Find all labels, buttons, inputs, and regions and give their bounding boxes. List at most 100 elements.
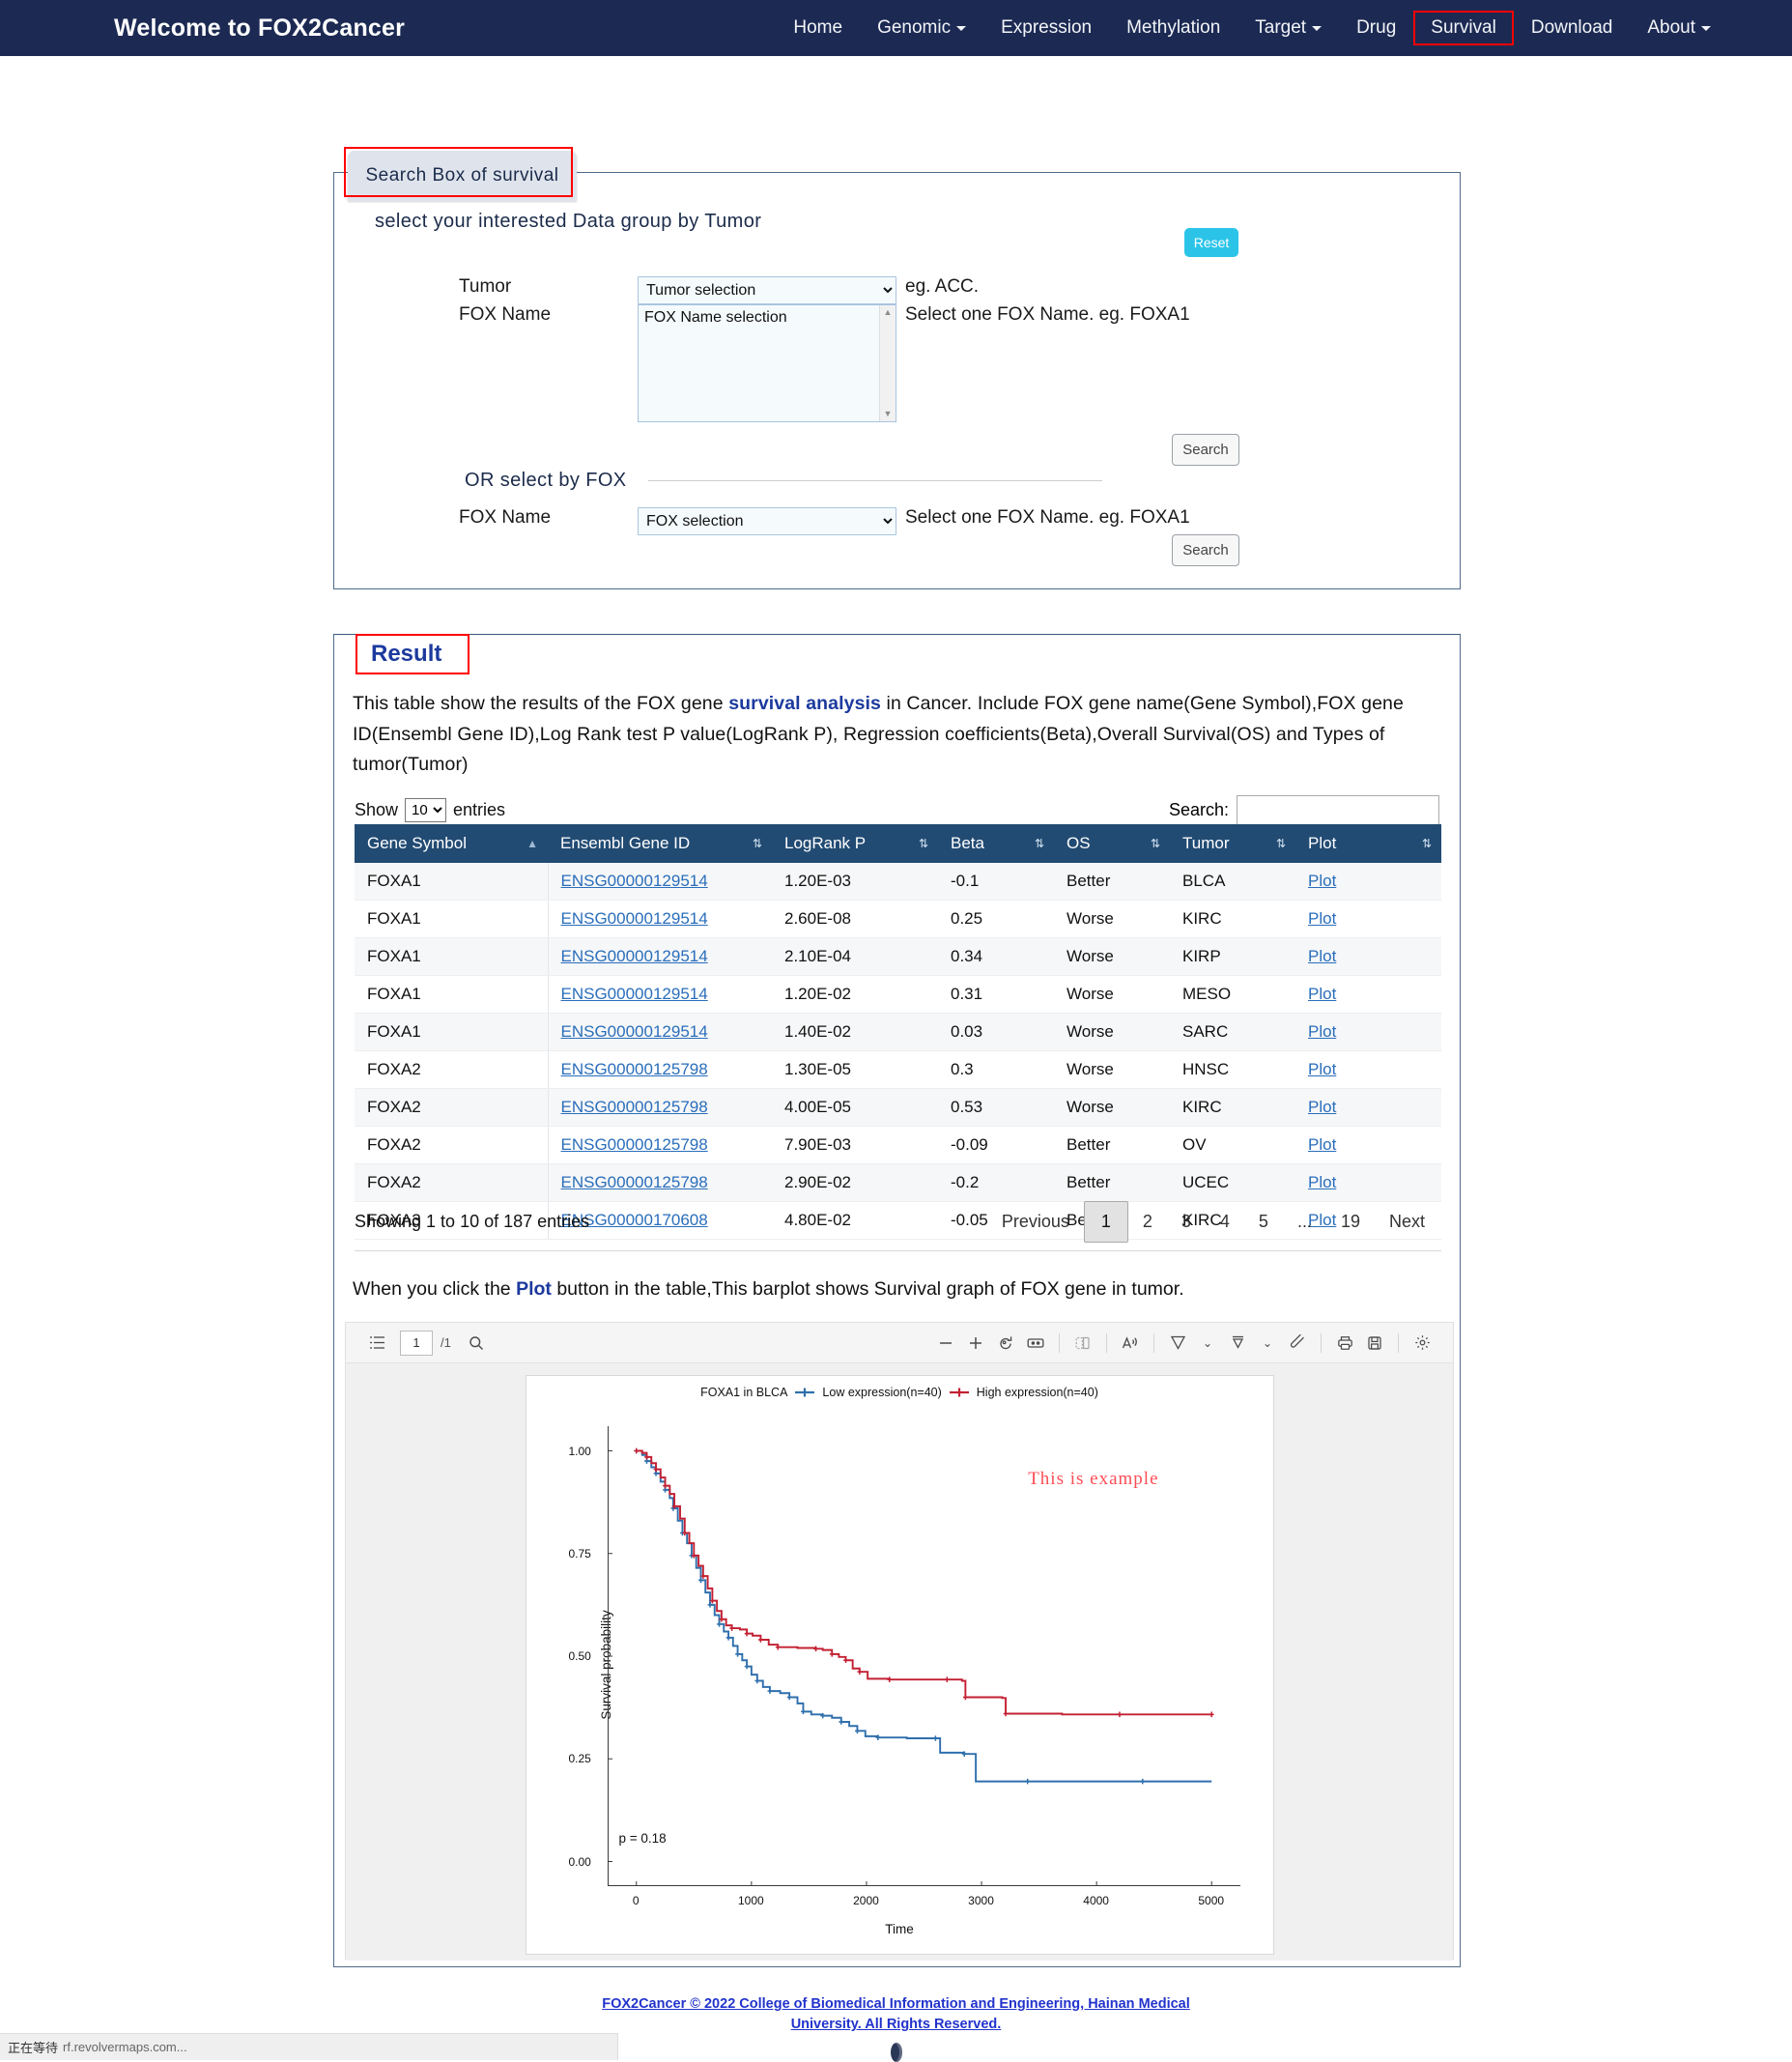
read-aloud-icon[interactable]	[1117, 1330, 1144, 1357]
censor-mark	[728, 1625, 734, 1631]
cell-beta: 0.3	[938, 1050, 1054, 1089]
cell-plot[interactable]: Plot	[1295, 863, 1441, 901]
cell-plot[interactable]: Plot	[1295, 1088, 1441, 1127]
listbox-scrollbar[interactable]: ▲ ▼	[879, 305, 896, 421]
nav-item-survival[interactable]: Survival	[1413, 11, 1514, 45]
cell-ensembl-gene-id[interactable]: ENSG00000129514	[548, 900, 772, 938]
cell-ensembl-gene-id[interactable]: ENSG00000129514	[548, 937, 772, 976]
cell-ensembl-gene-id[interactable]: ENSG00000125798	[548, 1126, 772, 1164]
column-header-beta[interactable]: Beta ⇅	[938, 824, 1054, 863]
cell-ensembl-gene-id[interactable]: ENSG00000129514	[548, 975, 772, 1014]
erase-icon[interactable]	[1284, 1330, 1311, 1357]
table-search-input[interactable]	[1237, 795, 1439, 825]
cell-ensembl-gene-id-link[interactable]: ENSG00000129514	[561, 1022, 708, 1041]
cell-ensembl-gene-id[interactable]: ENSG00000125798	[548, 1088, 772, 1127]
cell-plot-link[interactable]: Plot	[1308, 1135, 1336, 1154]
cell-ensembl-gene-id-link[interactable]: ENSG00000129514	[561, 909, 708, 928]
cell-plot[interactable]: Plot	[1295, 975, 1441, 1014]
settings-icon[interactable]	[1408, 1330, 1436, 1357]
cell-ensembl-gene-id-link[interactable]: ENSG00000129514	[561, 872, 708, 890]
pagination-page-19[interactable]: 19	[1326, 1204, 1375, 1240]
zoom-out-icon[interactable]	[932, 1330, 959, 1357]
cell-ensembl-gene-id-link[interactable]: ENSG00000125798	[561, 1173, 708, 1191]
cell-ensembl-gene-id-link[interactable]: ENSG00000125798	[561, 1060, 708, 1078]
nav-links: Home Genomic Expression Methylation Targ…	[776, 11, 1728, 45]
nav-item-target[interactable]: Target	[1237, 11, 1339, 45]
chart-y-tick-label: 0.25	[568, 1752, 591, 1766]
pagination-page-5[interactable]: 5	[1244, 1204, 1283, 1240]
cell-plot-link[interactable]: Plot	[1308, 1060, 1336, 1078]
draw-icon[interactable]	[1164, 1330, 1191, 1357]
rotate-icon[interactable]	[992, 1330, 1019, 1357]
footer-link[interactable]: FOX2Cancer © 2022 College of Biomedical …	[578, 1994, 1215, 2035]
column-header-ensembl-gene-id[interactable]: Ensembl Gene ID ⇅	[548, 824, 772, 863]
highlight-icon[interactable]	[1224, 1330, 1251, 1357]
fit-page-icon[interactable]	[1022, 1330, 1049, 1357]
fox-select[interactable]: FOX selection	[638, 507, 896, 535]
pagination-next[interactable]: Next	[1375, 1204, 1439, 1240]
censor-mark	[734, 1651, 740, 1657]
cell-plot[interactable]: Plot	[1295, 1013, 1441, 1051]
zoom-in-icon[interactable]	[962, 1330, 989, 1357]
search-button-fox[interactable]: Search	[1172, 534, 1239, 566]
page-number-input[interactable]: 1	[400, 1330, 433, 1356]
nav-item-methylation[interactable]: Methylation	[1109, 11, 1237, 45]
foxname-listbox[interactable]: FOX Name selection ▲ ▼	[638, 304, 896, 422]
cell-plot-link[interactable]: Plot	[1308, 1098, 1336, 1116]
column-header-tumor[interactable]: Tumor ⇅	[1170, 824, 1295, 863]
column-header-plot[interactable]: Plot ⇅	[1295, 824, 1441, 863]
nav-item-about[interactable]: About	[1630, 11, 1728, 45]
cell-plot-link[interactable]: Plot	[1308, 947, 1336, 965]
cell-ensembl-gene-id-link[interactable]: ENSG00000129514	[561, 947, 708, 965]
list-toc-icon[interactable]	[363, 1330, 390, 1357]
nav-item-home[interactable]: Home	[776, 11, 860, 45]
print-icon[interactable]	[1331, 1330, 1358, 1357]
cell-plot[interactable]: Plot	[1295, 1050, 1441, 1089]
pagination-page-...[interactable]: ...	[1283, 1204, 1326, 1240]
scroll-down-icon[interactable]: ▼	[884, 407, 893, 421]
scroll-up-icon[interactable]: ▲	[884, 305, 893, 320]
nav-item-drug[interactable]: Drug	[1339, 11, 1413, 45]
cell-plot-link[interactable]: Plot	[1308, 985, 1336, 1003]
cell-ensembl-gene-id[interactable]: ENSG00000125798	[548, 1050, 772, 1089]
cell-plot-link[interactable]: Plot	[1308, 1022, 1336, 1041]
cell-plot[interactable]: Plot	[1295, 900, 1441, 938]
cell-ensembl-gene-id[interactable]: ENSG00000129514	[548, 863, 772, 901]
cell-plot-link[interactable]: Plot	[1308, 909, 1336, 928]
pagination-page-4[interactable]: 4	[1206, 1204, 1244, 1240]
sort-icon: ⇅	[918, 837, 928, 850]
nav-item-expression[interactable]: Expression	[983, 11, 1109, 45]
chart-x-tick-label: 4000	[1083, 1894, 1109, 1907]
cell-ensembl-gene-id-link[interactable]: ENSG00000125798	[561, 1135, 708, 1154]
page-length-select[interactable]: 10	[405, 798, 447, 822]
pagination-previous[interactable]: Previous	[987, 1204, 1084, 1240]
cell-tumor: OV	[1170, 1126, 1295, 1164]
cell-ensembl-gene-id-link[interactable]: ENSG00000125798	[561, 1098, 708, 1116]
chevron-down-icon2[interactable]: ⌄	[1254, 1330, 1281, 1357]
reset-button[interactable]: Reset	[1184, 228, 1238, 257]
pagination-page-1[interactable]: 1	[1083, 1200, 1128, 1243]
cell-plot-link[interactable]: Plot	[1308, 1173, 1336, 1191]
page-total-label: /1	[441, 1335, 451, 1350]
pagination-page-2[interactable]: 2	[1128, 1204, 1167, 1240]
nav-item-download[interactable]: Download	[1514, 11, 1631, 45]
column-header-os[interactable]: OS ⇅	[1054, 824, 1170, 863]
cell-plot[interactable]: Plot	[1295, 937, 1441, 976]
two-page-icon[interactable]	[1069, 1330, 1096, 1357]
cell-ensembl-gene-id-link[interactable]: ENSG00000129514	[561, 985, 708, 1003]
cell-ensembl-gene-id[interactable]: ENSG00000129514	[548, 1013, 772, 1051]
nav-item-genomic[interactable]: Genomic	[860, 11, 983, 45]
search-button-tumor[interactable]: Search	[1172, 434, 1239, 466]
cell-os: Worse	[1054, 975, 1170, 1014]
cell-plot[interactable]: Plot	[1295, 1126, 1441, 1164]
cell-plot-link[interactable]: Plot	[1308, 872, 1336, 890]
cell-beta: 0.03	[938, 1013, 1054, 1051]
chevron-down-icon[interactable]: ⌄	[1194, 1330, 1221, 1357]
pagination-page-3[interactable]: 3	[1167, 1204, 1206, 1240]
tumor-select[interactable]: Tumor selection	[638, 276, 896, 304]
show-label: Show	[355, 800, 399, 819]
column-header-logrank-p[interactable]: LogRank P ⇅	[772, 824, 938, 863]
search-icon[interactable]	[463, 1330, 490, 1357]
save-icon[interactable]	[1361, 1330, 1388, 1357]
column-header-gene-symbol[interactable]: Gene Symbol ▲	[355, 824, 548, 863]
